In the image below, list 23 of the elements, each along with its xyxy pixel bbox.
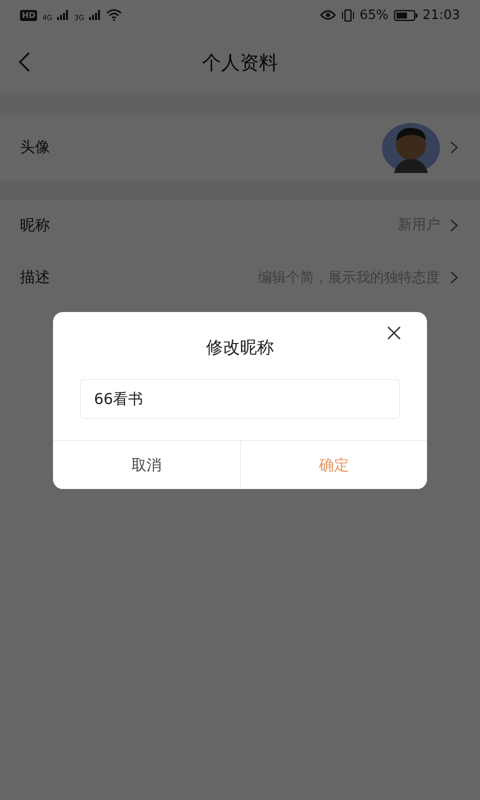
battery-percent: 65% — [360, 8, 389, 22]
hd-badge: HD — [20, 10, 38, 20]
row-label: 描述 — [20, 268, 51, 287]
avatar-row[interactable]: 头像 — [0, 115, 480, 180]
dialog-title: 修改昵称 — [206, 337, 274, 359]
signal-icon — [57, 10, 70, 20]
eye-icon — [320, 10, 336, 20]
close-icon[interactable] — [387, 326, 401, 340]
nickname-field[interactable]: 66看书 — [80, 379, 400, 419]
page-title: 个人资料 — [202, 50, 278, 76]
chevron-right-icon — [450, 141, 458, 154]
row-label: 头像 — [20, 138, 51, 157]
signal-icon — [89, 10, 102, 20]
wifi-icon — [106, 9, 122, 21]
chevron-right-icon — [450, 271, 458, 284]
confirm-button[interactable]: 确定 — [240, 441, 427, 489]
back-icon[interactable] — [18, 52, 30, 72]
chevron-right-icon — [450, 218, 458, 232]
vibrate-icon — [340, 8, 355, 22]
avatar-icon — [382, 122, 440, 172]
row-label: 昵称 — [20, 216, 51, 234]
battery-icon — [394, 10, 418, 20]
clock-time: 21:03 — [422, 8, 460, 22]
